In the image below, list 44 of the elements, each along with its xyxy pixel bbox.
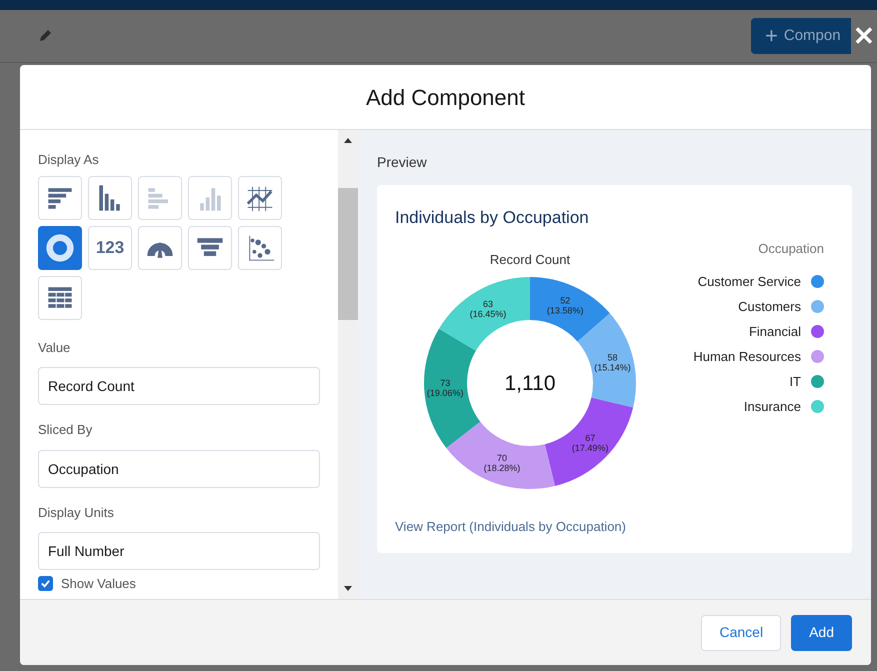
button-label: Compon [784,26,841,46]
checkbox-label: Show Values [61,575,136,593]
select-field[interactable]: Record Count [38,367,320,405]
chart-type-option[interactable]: 123 [88,226,132,270]
close-button[interactable]: ✕ [851,23,877,49]
legend-label: IT [789,372,801,391]
slice-label: 58 (15.14%) [594,352,631,373]
slice-label: 73 (19.06%) [426,378,464,398]
donut-slice[interactable] [544,398,634,486]
donut-slice[interactable] [438,277,530,351]
field-label: Value [38,338,72,356]
slice-label: 52 (13.58%) [546,296,584,316]
select-field[interactable]: Full Number [38,532,320,570]
add-button[interactable]: Add [791,614,852,650]
legend-label: Human Resources [693,348,801,366]
slice-label: 63 (16.45%) [470,299,506,320]
view-report-link[interactable]: View Report (Individuals by Occupation) [395,516,626,536]
total-value: 1,110 [504,372,556,395]
slice-label: 70 (18.28%) [484,453,520,474]
donut-slice[interactable] [530,277,610,342]
section-label: Preview [377,153,428,172]
pencil-icon[interactable] [38,29,52,43]
donut-slice[interactable] [424,328,480,448]
slice-label: 67 (17.49%) [572,433,608,453]
legend-title: Occupation [758,240,824,258]
field-label: Display As [38,151,100,169]
field-label: Sliced By [38,421,94,439]
field-label: Display Units [38,504,115,522]
chart-type-option[interactable] [38,226,82,270]
add-component-button[interactable]: + Compon [751,18,851,54]
donut-chart-icon [45,232,75,262]
checkmark-icon [40,578,51,590]
legend-label: Insurance [744,398,801,416]
legend-label: Financial [748,322,801,341]
cancel-button[interactable]: Cancel [701,614,782,650]
checkbox[interactable] [38,576,53,592]
legend-label: Customers [738,298,801,316]
legend-label: Customer Service [698,272,801,291]
plus-icon: + [765,25,778,47]
donut-slice[interactable] [446,422,555,489]
select-field[interactable]: Occupation [38,450,320,488]
chart-title: Individuals by Occupation [395,207,590,229]
chart-subtitle: Record Count [490,250,570,268]
scrollbar[interactable] [338,130,358,599]
